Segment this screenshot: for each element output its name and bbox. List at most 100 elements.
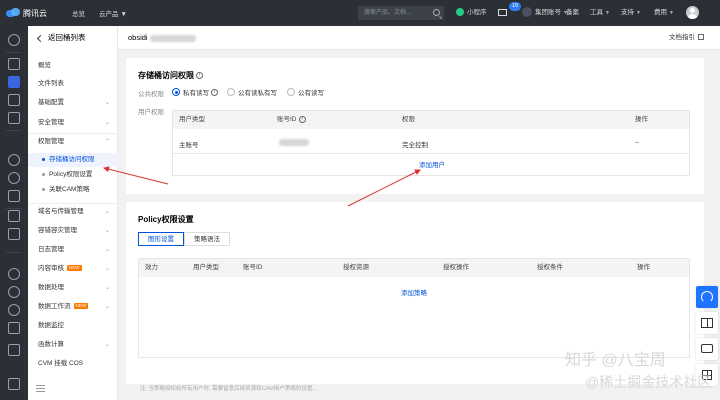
sidebar: 返回桶列表 概览 文件列表 基础配置 ⌄ 安全管理 ⌄ 权限管理 ⌃ 存储桶访问权限 …	[28, 26, 118, 400]
globe-icon[interactable]	[8, 154, 20, 166]
record-link[interactable]: 备案	[566, 0, 579, 26]
radio-public-read[interactable]: 公有读私有写	[227, 87, 277, 97]
product-icon-rail	[0, 26, 28, 400]
public-permission-label: 公共权限	[138, 91, 164, 98]
sidebar-item-fault-tolerance[interactable]: 容错容灾管理 ⌄	[28, 223, 118, 239]
info-icon[interactable]: i	[298, 115, 306, 123]
sidebar-item-domain[interactable]: 域名与传输管理 ⌄	[28, 204, 118, 220]
brand-logo[interactable]: 腾讯云	[0, 8, 64, 19]
brand-name: 腾讯云	[23, 8, 47, 18]
row-account-id	[277, 139, 309, 146]
column-condition: 授权条件	[537, 264, 563, 271]
tool-icon[interactable]	[8, 190, 20, 202]
search-placeholder: 搜索产品、文档...	[364, 10, 412, 16]
nav-products[interactable]: 云产品 ▼	[99, 8, 127, 18]
row-user-type: 主账号	[179, 142, 199, 149]
column-account-id: 账号ID	[243, 264, 263, 271]
add-user-button[interactable]: 添加用户	[419, 159, 445, 169]
redacted-account-id	[279, 139, 309, 146]
apps-grid-icon[interactable]	[8, 210, 20, 222]
menu-icon[interactable]	[8, 378, 20, 390]
sidebar-item-functions[interactable]: 函数计算 ⌄	[28, 337, 118, 353]
billing-menu[interactable]: 费用 ▼	[654, 0, 674, 26]
support-float-button[interactable]	[696, 286, 718, 308]
collapse-sidebar-icon[interactable]	[36, 385, 45, 392]
chevron-down-icon: ▼	[605, 10, 610, 16]
add-policy-button[interactable]: 添加策略	[401, 287, 427, 297]
chevron-down-icon: ⌄	[104, 120, 110, 126]
tab-policy-syntax[interactable]: 策略语法	[184, 232, 230, 246]
sidebar-item-workflow[interactable]: 数据工作流 NEW ⌄	[28, 299, 118, 315]
sidebar-item-overview[interactable]: 概览	[28, 58, 118, 74]
footer-tip: 注: 当策略授权给所有用户时, 需要留意后续资源和CAM用户策略的设置...	[140, 386, 317, 392]
watermark-juejin: @稀土掘金技术社区	[585, 374, 712, 390]
sidebar-item-audit[interactable]: 内容审核 NEW ⌄	[28, 261, 118, 277]
tools-menu[interactable]: 工具 ▼	[590, 0, 610, 26]
chevron-down-icon: ⌄	[104, 266, 110, 272]
page-title: obsidi	[128, 26, 196, 50]
group-account-menu[interactable]: 集团账号 ▼	[522, 0, 568, 26]
tab-graphic[interactable]: 图形设置	[138, 232, 184, 246]
chevron-down-icon: ⌄	[104, 304, 110, 310]
sidebar-item-cvm-mount[interactable]: CVM 挂载 COS	[28, 356, 118, 372]
policy-table: 效力 用户类型 账号ID 授权资源 授权操作 授权条件 操作 添加策略	[138, 258, 690, 358]
radio-private[interactable]: 私有读写 i	[172, 87, 218, 97]
column-account-id: 账号ID i	[277, 111, 306, 129]
mail-icon	[498, 8, 507, 16]
sidebar-item-cam[interactable]: 关联CAM策略	[28, 183, 118, 197]
column-action: 操作	[637, 264, 650, 271]
nav-overview[interactable]: 总览	[72, 8, 85, 18]
back-to-bucket-list[interactable]: 返回桶列表	[28, 26, 117, 50]
radio-public-read-write[interactable]: 公有读写	[287, 87, 324, 97]
mini-program-button[interactable]: 小程序	[456, 0, 487, 26]
sidebar-item-file-list[interactable]: 文件列表	[28, 76, 118, 92]
search-input[interactable]: 搜索产品、文档...	[358, 6, 444, 20]
sidebar-item-data-processing[interactable]: 数据处理 ⌄	[28, 280, 118, 296]
settings-icon[interactable]	[8, 172, 20, 184]
bucket-icon[interactable]	[8, 76, 20, 88]
new-badge: NEW	[67, 265, 82, 272]
gear-icon[interactable]	[8, 268, 20, 280]
avatar[interactable]	[686, 6, 699, 19]
radio-unselected-icon	[227, 88, 235, 96]
search-icon[interactable]	[433, 9, 440, 16]
mail-button[interactable]	[498, 0, 507, 26]
chat-icon	[701, 344, 713, 353]
support-menu[interactable]: 支持 ▼	[621, 0, 641, 26]
chevron-down-icon: ▼	[636, 10, 641, 16]
back-arrow-icon	[36, 34, 45, 42]
row-action: --	[635, 139, 640, 146]
chevron-down-icon: ⌄	[104, 209, 110, 215]
storage-icon[interactable]	[8, 228, 20, 240]
external-link-icon	[698, 34, 704, 41]
task-icon[interactable]	[8, 344, 20, 356]
sidebar-item-bucket-acl[interactable]: 存储桶访问权限	[28, 153, 118, 167]
sidebar-item-logs[interactable]: 日志管理 ⌄	[28, 242, 118, 258]
sidebar-item-permissions[interactable]: 权限管理 ⌃	[28, 134, 118, 150]
radio-selected-icon	[172, 88, 180, 96]
column-permission: 权限	[402, 116, 415, 123]
cog-icon[interactable]	[8, 304, 20, 316]
chevron-down-icon: ⌄	[104, 100, 110, 106]
dashboard-icon[interactable]	[8, 58, 20, 70]
feedback-float-button[interactable]	[696, 338, 718, 360]
cos-icon[interactable]	[8, 34, 20, 46]
book-icon	[701, 318, 713, 328]
doc-icon[interactable]	[8, 322, 20, 334]
policy-tabs: 图形设置 策略语法	[138, 232, 230, 246]
info-icon[interactable]: i	[196, 72, 203, 80]
info-icon[interactable]: i	[211, 88, 218, 96]
calendar-icon[interactable]	[8, 94, 20, 106]
docs-float-button[interactable]	[696, 312, 718, 334]
sidebar-item-monitoring[interactable]: 数据监控	[28, 318, 118, 334]
monitor-icon[interactable]	[8, 112, 20, 124]
user-icon[interactable]	[8, 286, 20, 298]
chevron-down-icon: ⌄	[104, 228, 110, 234]
sidebar-item-security[interactable]: 安全管理 ⌄	[28, 115, 118, 131]
user-permission-label: 用户权限	[138, 109, 164, 116]
sidebar-item-policy[interactable]: Policy权限设置	[28, 168, 118, 182]
doc-guide-link[interactable]: 文档指引	[669, 26, 704, 50]
sidebar-item-basic-config[interactable]: 基础配置 ⌄	[28, 95, 118, 111]
new-badge: NEW	[73, 303, 88, 310]
table-header	[173, 111, 689, 129]
